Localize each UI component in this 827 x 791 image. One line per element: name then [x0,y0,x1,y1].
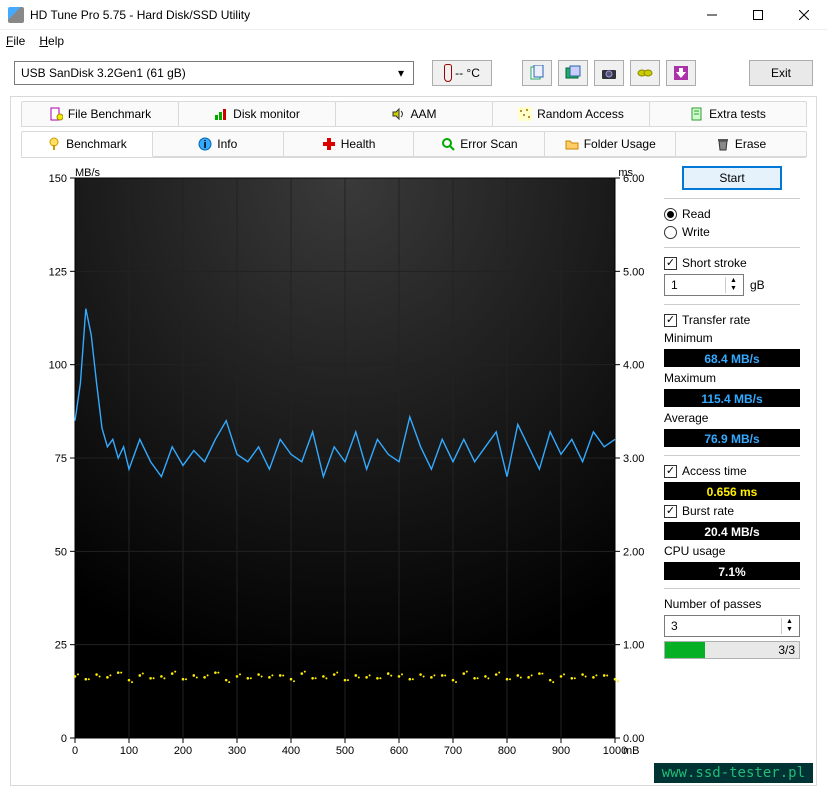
benchmark-chart: 0100200300400500600700800900100002550751… [27,166,657,774]
screenshot-button[interactable] [594,60,624,86]
access-time-check[interactable] [664,465,677,478]
svg-text:25: 25 [55,640,67,652]
copy-info-button[interactable] [522,60,552,86]
svg-text:0: 0 [72,745,78,757]
read-label: Read [682,207,711,221]
short-stroke-check[interactable] [664,257,677,270]
access-time-value: 0.656 ms [664,482,800,500]
tab-health[interactable]: Health [283,131,415,157]
cpu-usage-label: CPU usage [664,544,800,558]
toolbar: USB SanDisk 3.2Gen1 (61 gB) ▾ -- °C Exit [0,52,827,94]
svg-text:125: 125 [49,266,67,278]
minimize-button[interactable] [689,0,735,30]
save-button[interactable] [666,60,696,86]
passes-input[interactable]: 3▲▼ [664,615,800,637]
tab-aam[interactable]: AAM [335,101,493,127]
tab-random-access[interactable]: Random Access [492,101,650,127]
tab-file-benchmark[interactable]: File Benchmark [21,101,179,127]
svg-text:2.00: 2.00 [623,546,644,558]
tab-erase[interactable]: Erase [675,131,807,157]
menu-help[interactable]: Help [39,34,64,48]
short-stroke-label: Short stroke [682,256,747,270]
svg-text:1.00: 1.00 [623,640,644,652]
minimum-value: 68.4 MB/s [664,349,800,367]
tab-benchmark[interactable]: Benchmark [21,131,153,157]
chevron-down-icon: ▾ [393,65,409,81]
svg-text:500: 500 [336,745,354,757]
write-label: Write [682,225,710,239]
close-button[interactable] [781,0,827,30]
window-title: HD Tune Pro 5.75 - Hard Disk/SSD Utility [30,8,689,22]
progress-bar: 3/3 [664,641,800,659]
tab-content: 0100200300400500600700800900100002550751… [21,157,806,785]
svg-text:700: 700 [444,745,462,757]
maximum-label: Maximum [664,371,800,385]
drive-select-value: USB SanDisk 3.2Gen1 (61 gB) [21,66,186,80]
spinner-arrows[interactable]: ▲▼ [781,618,797,634]
temperature-display[interactable]: -- °C [432,60,492,86]
svg-text:mB: mB [623,745,640,757]
progress-fill [665,642,705,658]
title-bar: HD Tune Pro 5.75 - Hard Disk/SSD Utility [0,0,827,30]
cpu-usage-value: 7.1% [664,562,800,580]
burst-rate-label: Burst rate [682,504,734,518]
svg-text:75: 75 [55,453,67,465]
transfer-rate-label: Transfer rate [682,313,750,327]
copy-screenshot-button[interactable] [558,60,588,86]
main-panel: File Benchmark Disk monitor AAM Random A… [10,96,817,786]
svg-text:4.00: 4.00 [623,360,644,372]
svg-text:200: 200 [174,745,192,757]
start-button[interactable]: Start [682,166,782,190]
svg-text:50: 50 [55,546,67,558]
drive-select[interactable]: USB SanDisk 3.2Gen1 (61 gB) ▾ [14,61,414,85]
tab-extra-tests[interactable]: Extra tests [649,101,807,127]
svg-text:900: 900 [552,745,570,757]
average-value: 76.9 MB/s [664,429,800,447]
progress-text: 3/3 [778,643,799,657]
results-panel: Start Read Write Short stroke 1▲▼ gB Tra… [664,166,800,659]
short-stroke-input[interactable]: 1▲▼ [664,274,744,296]
write-radio[interactable] [664,226,677,239]
svg-text:100: 100 [120,745,138,757]
tab-info[interactable]: iInfo [152,131,284,157]
read-radio[interactable] [664,208,677,221]
svg-text:0: 0 [61,733,67,745]
menu-file[interactable]: File [6,34,25,48]
svg-text:3.00: 3.00 [623,453,644,465]
maximum-value: 115.4 MB/s [664,389,800,407]
tab-folder-usage[interactable]: Folder Usage [544,131,676,157]
app-icon [8,7,24,23]
watermark: www.ssd-tester.pl [654,763,813,783]
options-button[interactable] [630,60,660,86]
svg-text:400: 400 [282,745,300,757]
burst-rate-check[interactable] [664,505,677,518]
passes-label: Number of passes [664,597,800,611]
average-label: Average [664,411,800,425]
svg-text:5.00: 5.00 [623,266,644,278]
menu-bar: File Help [0,30,827,52]
svg-text:800: 800 [498,745,516,757]
svg-text:MB/s: MB/s [75,167,101,179]
svg-text:300: 300 [228,745,246,757]
thermometer-icon [444,64,452,82]
burst-rate-value: 20.4 MB/s [664,522,800,540]
temperature-value: -- °C [455,66,480,80]
svg-text:600: 600 [390,745,408,757]
svg-text:0.00: 0.00 [623,733,644,745]
tab-disk-monitor[interactable]: Disk monitor [178,101,336,127]
minimum-label: Minimum [664,331,800,345]
svg-text:100: 100 [49,360,67,372]
svg-text:150: 150 [49,173,67,185]
exit-button[interactable]: Exit [749,60,813,86]
svg-text:ms: ms [618,167,633,179]
tab-error-scan[interactable]: Error Scan [413,131,545,157]
spinner-arrows[interactable]: ▲▼ [725,277,741,293]
short-stroke-unit: gB [750,278,765,292]
access-time-label: Access time [682,464,747,478]
transfer-rate-check[interactable] [664,314,677,327]
maximize-button[interactable] [735,0,781,30]
chart-svg: 0100200300400500600700800900100002550751… [27,166,657,774]
svg-text:i: i [204,139,207,151]
